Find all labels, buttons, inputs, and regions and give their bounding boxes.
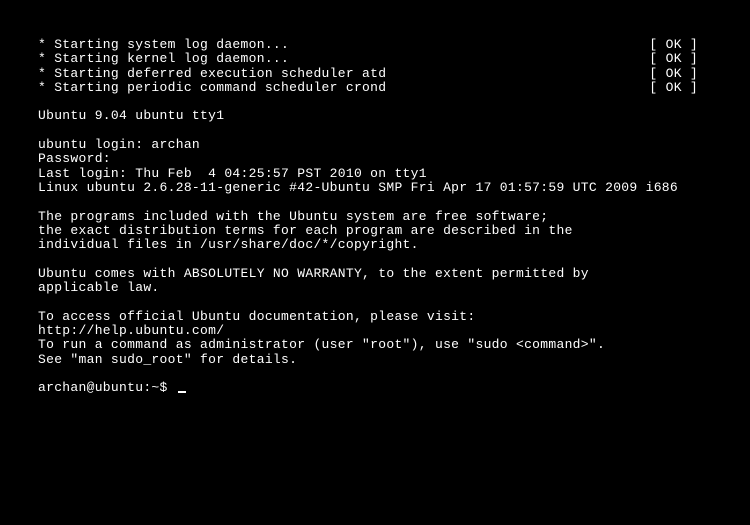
boot-service-text: * Starting periodic command scheduler cr…	[38, 81, 386, 95]
boot-service-line: * Starting deferred execution scheduler …	[38, 67, 698, 81]
warranty-line: applicable law.	[38, 281, 750, 295]
boot-service-line: * Starting kernel log daemon... [ OK ]	[38, 52, 698, 66]
blank-line	[38, 124, 750, 138]
login-prompt-label: ubuntu login:	[38, 137, 151, 152]
blank-line	[38, 95, 750, 109]
boot-service-line: * Starting periodic command scheduler cr…	[38, 81, 698, 95]
boot-service-text: * Starting deferred execution scheduler …	[38, 67, 386, 81]
terminal-output: * Starting system log daemon... [ OK ] *…	[38, 38, 750, 395]
sudo-hint-line: See "man sudo_root" for details.	[38, 353, 750, 367]
login-line: ubuntu login: archan	[38, 138, 750, 152]
boot-service-status: [ OK ]	[649, 52, 698, 66]
motd-line: the exact distribution terms for each pr…	[38, 224, 750, 238]
shell-prompt: archan@ubuntu:~$	[38, 380, 176, 395]
sudo-hint-line: To run a command as administrator (user …	[38, 338, 750, 352]
docs-line: To access official Ubuntu documentation,…	[38, 310, 750, 324]
last-login-line: Last login: Thu Feb 4 04:25:57 PST 2010 …	[38, 167, 750, 181]
boot-service-status: [ OK ]	[649, 81, 698, 95]
shell-prompt-line[interactable]: archan@ubuntu:~$	[38, 381, 750, 395]
motd-line: The programs included with the Ubuntu sy…	[38, 210, 750, 224]
boot-service-status: [ OK ]	[649, 38, 698, 52]
blank-line	[38, 295, 750, 309]
distro-banner: Ubuntu 9.04 ubuntu tty1	[38, 109, 750, 123]
boot-service-text: * Starting kernel log daemon...	[38, 52, 289, 66]
login-username: archan	[151, 137, 200, 152]
kernel-version-line: Linux ubuntu 2.6.28-11-generic #42-Ubunt…	[38, 181, 750, 195]
boot-service-line: * Starting system log daemon... [ OK ]	[38, 38, 698, 52]
boot-service-status: [ OK ]	[649, 67, 698, 81]
blank-line	[38, 367, 750, 381]
docs-url-line: http://help.ubuntu.com/	[38, 324, 750, 338]
warranty-line: Ubuntu comes with ABSOLUTELY NO WARRANTY…	[38, 267, 750, 281]
boot-service-text: * Starting system log daemon...	[38, 38, 289, 52]
blank-line	[38, 252, 750, 266]
blank-line	[38, 195, 750, 209]
motd-line: individual files in /usr/share/doc/*/cop…	[38, 238, 750, 252]
cursor-icon	[178, 391, 186, 393]
password-prompt: Password:	[38, 152, 750, 166]
